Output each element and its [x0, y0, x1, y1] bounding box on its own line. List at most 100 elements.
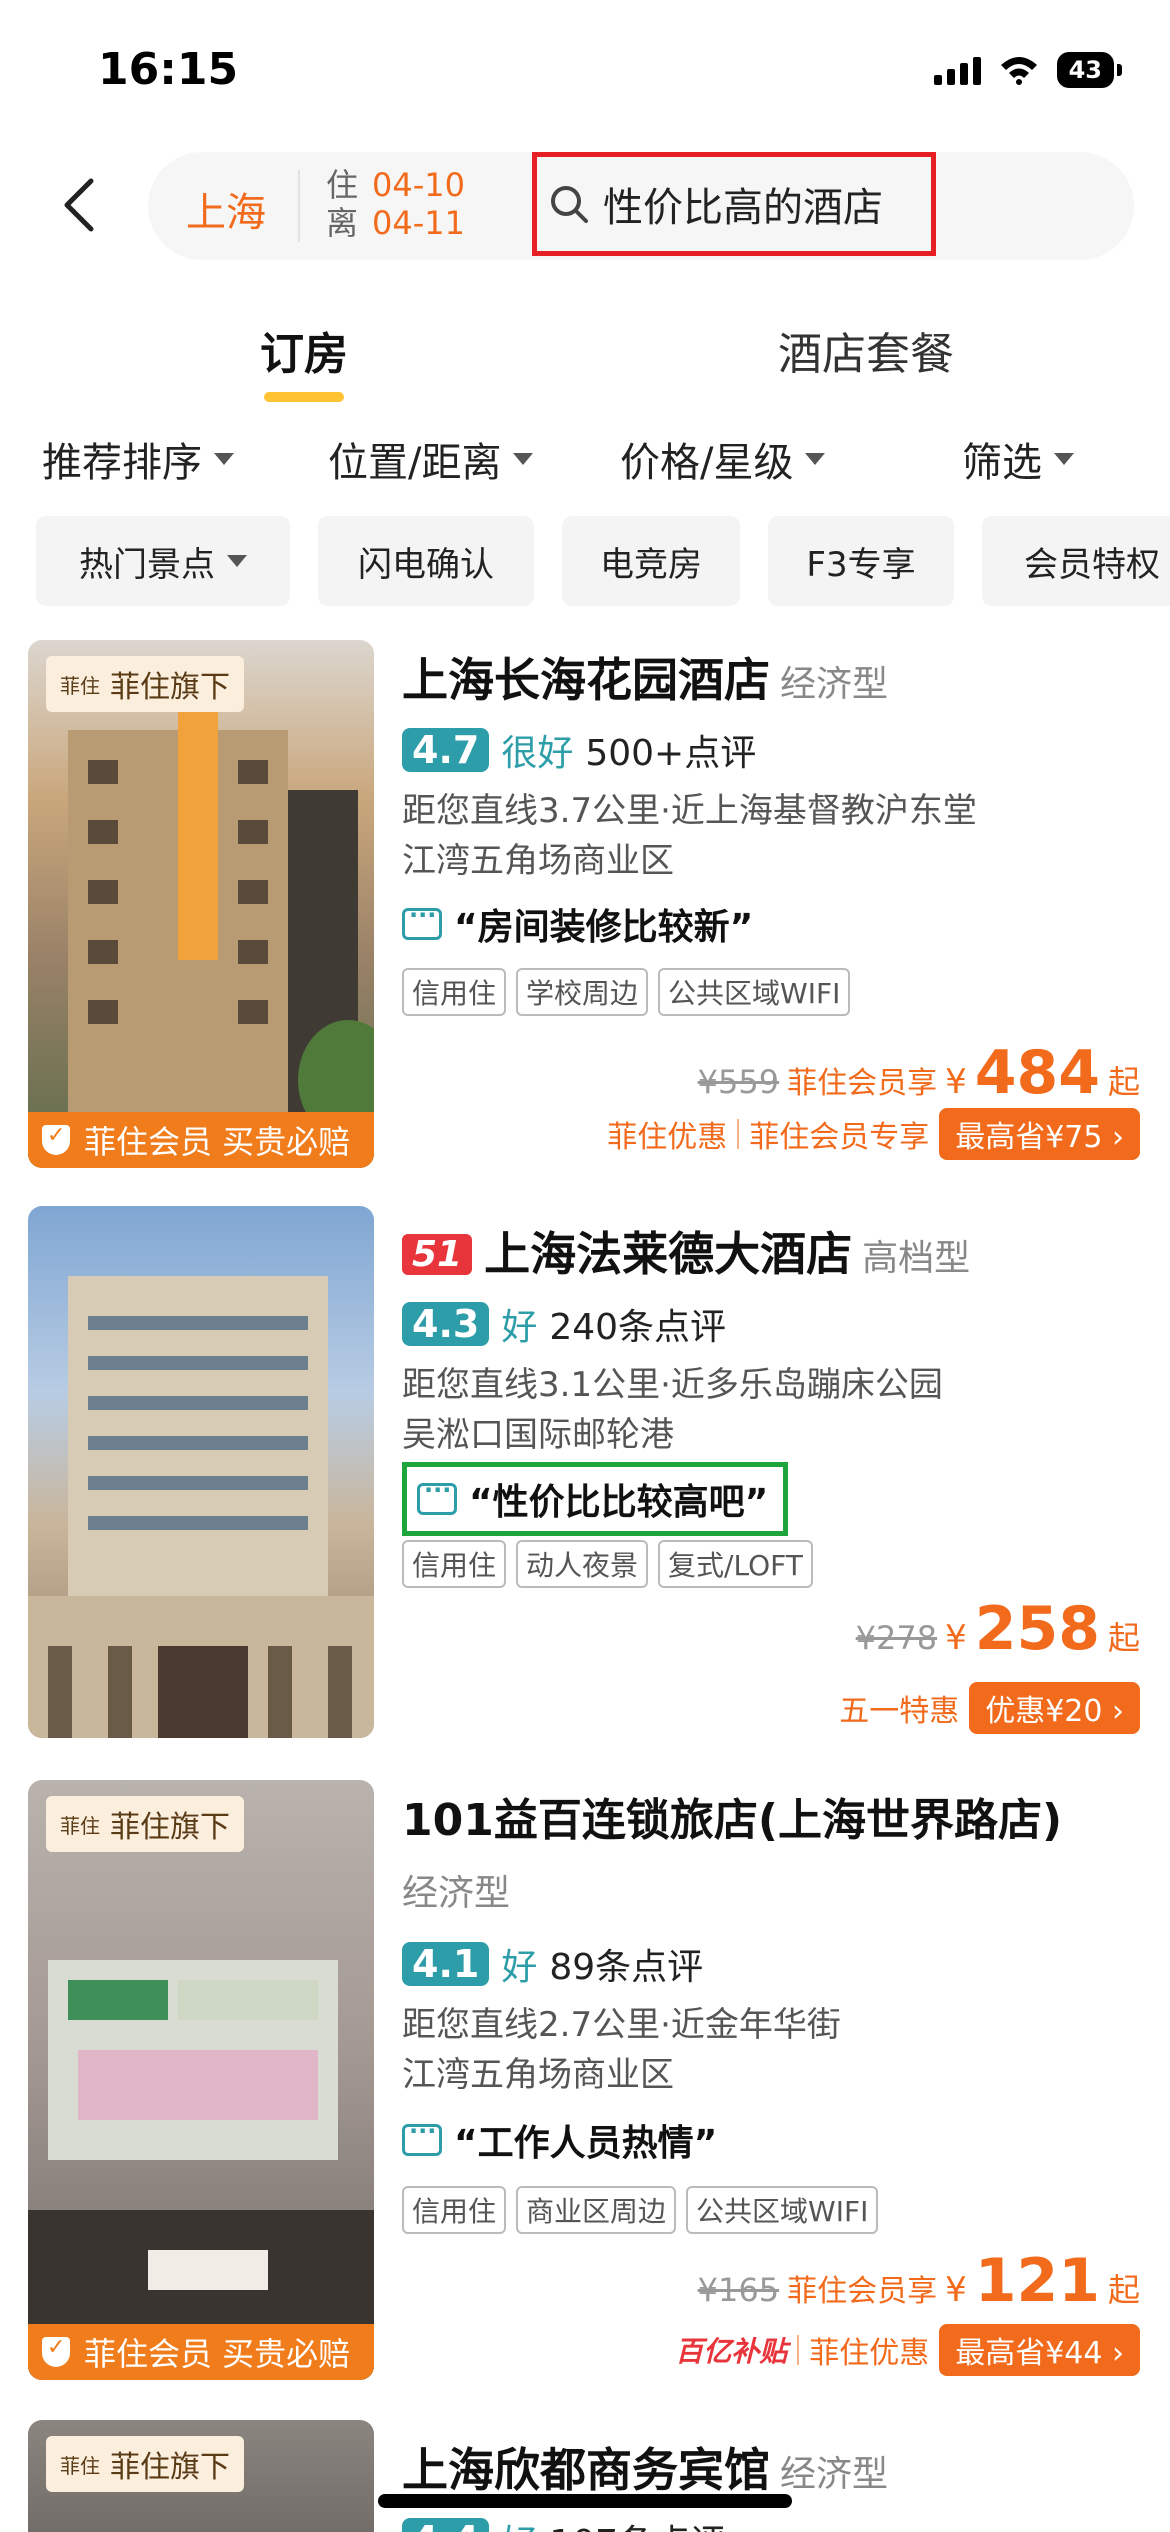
rating-score: 4.3	[402, 1302, 490, 1346]
filter-location[interactable]: 位置/距离	[328, 430, 534, 488]
caret-down-icon	[227, 555, 247, 567]
back-button[interactable]	[48, 170, 108, 240]
price-suffix: 起	[1107, 1063, 1140, 1101]
tab-active-indicator	[264, 392, 344, 402]
original-price: ¥278	[855, 1619, 938, 1657]
tag: 公共区域WIFI	[686, 2186, 879, 2234]
hotel-card[interactable]: 51 上海法莱德大酒店 高档型 4.3 好 240条点评 距您直线3.1公里·近多乐…	[0, 1206, 1170, 1746]
tag: 信用住	[402, 968, 507, 1016]
hotel-grade: 高档型	[862, 1238, 971, 1279]
tag: 复式/LOFT	[658, 1540, 813, 1588]
chip-esports-room[interactable]: 电竞房	[562, 516, 740, 606]
member-guarantee-bar: 菲住会员 买贵必赔	[28, 1112, 374, 1168]
hotel-name: 上海长海花园酒店 经济型	[402, 644, 1140, 710]
price-row: ¥165 菲住会员享 ¥ 121 起	[698, 2246, 1140, 2316]
search-input[interactable]: 性价比高的酒店	[532, 152, 936, 256]
filter-more[interactable]: 筛选	[962, 430, 1074, 488]
battery-indicator: 43	[1056, 52, 1123, 88]
search-bar: 上海 住 04-10 离 04-11 性价比高的酒店	[148, 152, 1134, 260]
review-count: 240条点评	[549, 1307, 727, 1348]
city-selector[interactable]: 上海	[186, 180, 266, 238]
hotel-name-text: 101益百连锁旅店(上海世界路店)	[402, 1795, 1063, 1846]
rating-row: 4.4 好 107条点评	[402, 2514, 1140, 2532]
location-line-1: 距您直线3.7公里·近上海基督教沪东堂	[402, 791, 977, 831]
hotel-card[interactable]: 菲住菲住旗下 上海欣都商务宾馆经济型 4.4 好 107条点评	[0, 2420, 1170, 2532]
chevron-left-icon	[64, 178, 94, 232]
discount-label: 菲住优惠	[607, 1120, 728, 1155]
price-suffix: 起	[1107, 2271, 1140, 2309]
hotel-building-image	[28, 1276, 374, 1738]
member-guarantee-text: 菲住会员 买贵必赔	[84, 2335, 351, 2373]
checkin-label: 住	[326, 166, 359, 204]
brand-badge: 菲住 菲住旗下	[46, 656, 244, 712]
price-label: 菲住会员享	[787, 1066, 938, 1101]
review-quote-text: “性价比比较高吧”	[469, 1482, 769, 1523]
date-selector[interactable]: 住 04-10 离 04-11	[326, 166, 465, 242]
shield-check-icon	[42, 2335, 70, 2367]
tab-hotel-package[interactable]: 酒店套餐	[778, 318, 954, 382]
subsidy-badge: 百亿补贴	[675, 2335, 788, 2368]
home-indicator[interactable]	[378, 2494, 792, 2508]
rating-word: 很好	[501, 733, 574, 774]
location-line-2: 江湾五角场商业区	[402, 2055, 674, 2095]
review-count: 500+点评	[585, 733, 757, 774]
brand-badge-text: 菲住旗下	[110, 670, 230, 705]
chip-label: 闪电确认	[358, 544, 494, 585]
search-query-text: 性价比高的酒店	[603, 185, 883, 231]
chip-hot-attractions[interactable]: 热门景点	[36, 516, 290, 606]
currency-symbol: ¥	[945, 1618, 967, 1658]
tag-list: 信用住 动人夜景 复式/LOFT	[402, 1540, 1140, 1588]
location-line-1: 距您直线2.7公里·近金年华街	[402, 2005, 841, 2045]
chip-member-privilege[interactable]: 会员特权	[982, 516, 1170, 606]
brand-badge: 菲住 菲住旗下	[46, 2436, 244, 2492]
tag: 动人夜景	[516, 1540, 649, 1588]
chat-bubble-icon	[417, 1476, 457, 1515]
discount-pill: 最高省¥75 ›	[939, 1108, 1140, 1160]
hotel-photo	[28, 1206, 374, 1738]
hotel-photo: 菲住 菲住旗下	[28, 2420, 374, 2532]
location-line-2: 江湾五角场商业区	[402, 841, 674, 881]
brand-badge-small: 菲住	[60, 1813, 100, 1838]
hotel-name-text: 上海法莱德大酒店	[484, 1227, 853, 1281]
hotel-info: 101益百连锁旅店(上海世界路店) 经济型 4.1 好 89条点评 距您直线2.…	[402, 1784, 1140, 2234]
caret-down-icon	[805, 453, 826, 465]
location-line-1: 距您直线3.1公里·近多乐岛蹦床公园	[402, 1365, 943, 1405]
filter-price-star[interactable]: 价格/星级	[620, 430, 826, 488]
review-count: 89条点评	[549, 1947, 704, 1988]
rating-score: 4.1	[402, 1942, 490, 1986]
rating-word: 好	[501, 1947, 538, 1988]
currency-symbol: ¥	[945, 1062, 967, 1102]
divider	[298, 170, 300, 242]
rating-row: 4.1 好 89条点评	[402, 1938, 1140, 1990]
chip-instant-confirm[interactable]: 闪电确认	[318, 516, 534, 606]
chip-label: 电竞房	[600, 544, 702, 585]
review-quote-text: “工作人员热情”	[454, 2123, 718, 2164]
tag: 商业区周边	[516, 2186, 677, 2234]
original-price: ¥559	[697, 1063, 780, 1101]
chip-f3-exclusive[interactable]: F3专享	[768, 516, 954, 606]
hotel-name-text: 上海欣都商务宾馆	[402, 2443, 770, 2497]
hotel-card[interactable]: 菲住菲住旗下 菲住会员 买贵必赔 上海长海花园酒店经济型 4.7 很好 500+…	[0, 640, 1170, 1180]
price-row: ¥278 ¥ 258 起	[856, 1594, 1140, 1664]
member-guarantee-bar: 菲住会员 买贵必赔	[28, 2324, 374, 2380]
current-price: 258	[974, 1594, 1100, 1664]
price-label: 菲住会员享	[787, 2274, 938, 2309]
filter-sort[interactable]: 推荐排序	[42, 430, 234, 488]
discount-row[interactable]: 五一特惠 优惠¥20 ›	[829, 1682, 1140, 1734]
tag: 学校周边	[516, 968, 649, 1016]
currency-symbol: ¥	[945, 2270, 967, 2310]
tab-booking[interactable]: 订房	[260, 318, 348, 382]
checkout-label: 离	[326, 204, 359, 242]
discount-row[interactable]: 菲住优惠 菲住会员专享 最高省¥75 ›	[597, 1108, 1140, 1160]
filter-price-label: 价格/星级	[620, 440, 794, 486]
tag-list: 信用住 商业区周边 公共区域WIFI	[402, 2186, 1140, 2234]
brand-badge: 菲住 菲住旗下	[46, 1796, 244, 1852]
wifi-icon	[1000, 57, 1037, 85]
tab-bar: 订房 酒店套餐	[0, 300, 1170, 410]
hotel-grade: 经济型	[780, 664, 889, 705]
hotel-card[interactable]: 菲住菲住旗下 菲住会员 买贵必赔 101益百连锁旅店(上海世界路店) 经济型 4…	[0, 1780, 1170, 2380]
hotel-lobby-image	[28, 1960, 374, 2380]
discount-row[interactable]: 百亿补贴 菲住优惠 最高省¥44 ›	[675, 2324, 1140, 2376]
filter-location-label: 位置/距离	[328, 440, 502, 486]
price-row: ¥559 菲住会员享 ¥ 484 起	[698, 1038, 1140, 1108]
